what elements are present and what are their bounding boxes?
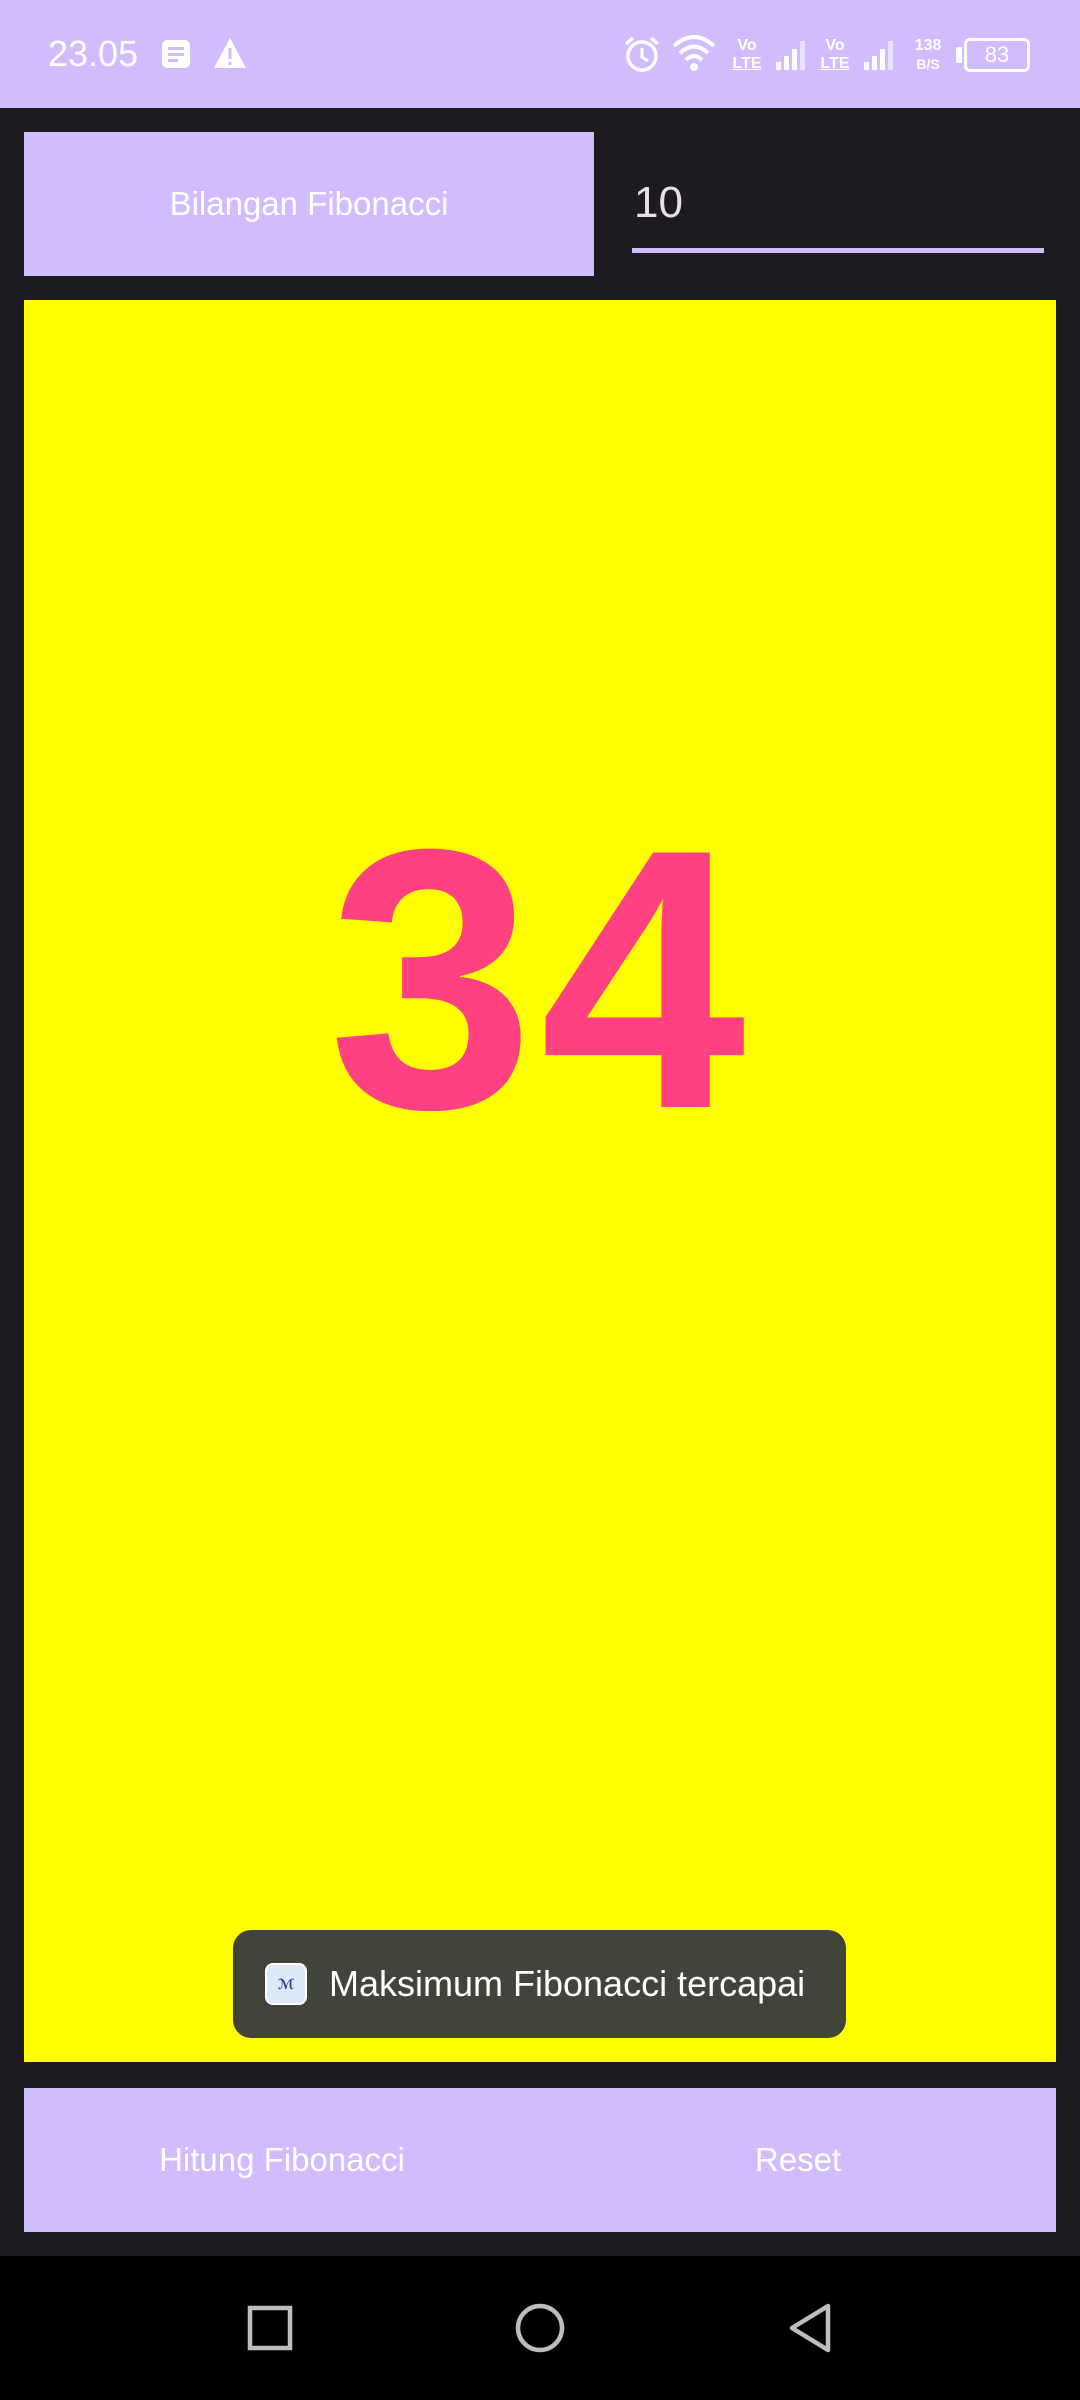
calculate-fibonacci-button[interactable]: Hitung Fibonacci <box>24 2088 540 2232</box>
app-icon: ℳ <box>265 1963 307 2005</box>
navigation-bar <box>0 2256 1080 2400</box>
signal-icon <box>862 38 896 77</box>
net-speed-value: 138 <box>914 37 942 54</box>
volte-label-top: Vo <box>825 37 845 54</box>
signal-icon <box>774 38 808 77</box>
number-input[interactable]: 10 <box>632 170 1044 236</box>
warning-icon <box>212 36 248 75</box>
net-speed-unit: B/S <box>916 56 940 72</box>
reset-button[interactable]: Reset <box>540 2088 1056 2232</box>
fibonacci-button[interactable]: Bilangan Fibonacci <box>24 132 594 276</box>
battery-tip <box>956 47 962 63</box>
status-time: 23.05 <box>48 33 139 74</box>
volte-icon: Vo LTE <box>730 38 764 72</box>
battery-indicator: 83 <box>964 38 1030 72</box>
alarm-icon <box>622 34 662 79</box>
status-bar: 23.05 Vo LTE Vo LTE 138 B/S 83 <box>0 0 1080 108</box>
volte-icon: Vo LTE <box>818 38 852 72</box>
result-value: 34 <box>328 773 752 1186</box>
wifi-icon <box>672 34 716 77</box>
back-icon[interactable] <box>750 2256 870 2400</box>
net-speed: 138 B/S <box>906 37 950 73</box>
toast-message: ℳ Maksimum Fibonacci tercapai <box>233 1930 846 2038</box>
number-input-underline <box>632 248 1044 253</box>
action-bar: Hitung Fibonacci Reset <box>24 2088 1056 2232</box>
volte-label-bottom: LTE <box>820 55 850 72</box>
volte-label-top: Vo <box>737 37 757 54</box>
recents-icon[interactable] <box>210 2256 330 2400</box>
toast-text: Maksimum Fibonacci tercapai <box>329 1963 806 2004</box>
home-icon[interactable] <box>480 2256 600 2400</box>
volte-label-bottom: LTE <box>732 55 762 72</box>
notes-icon <box>160 38 192 75</box>
